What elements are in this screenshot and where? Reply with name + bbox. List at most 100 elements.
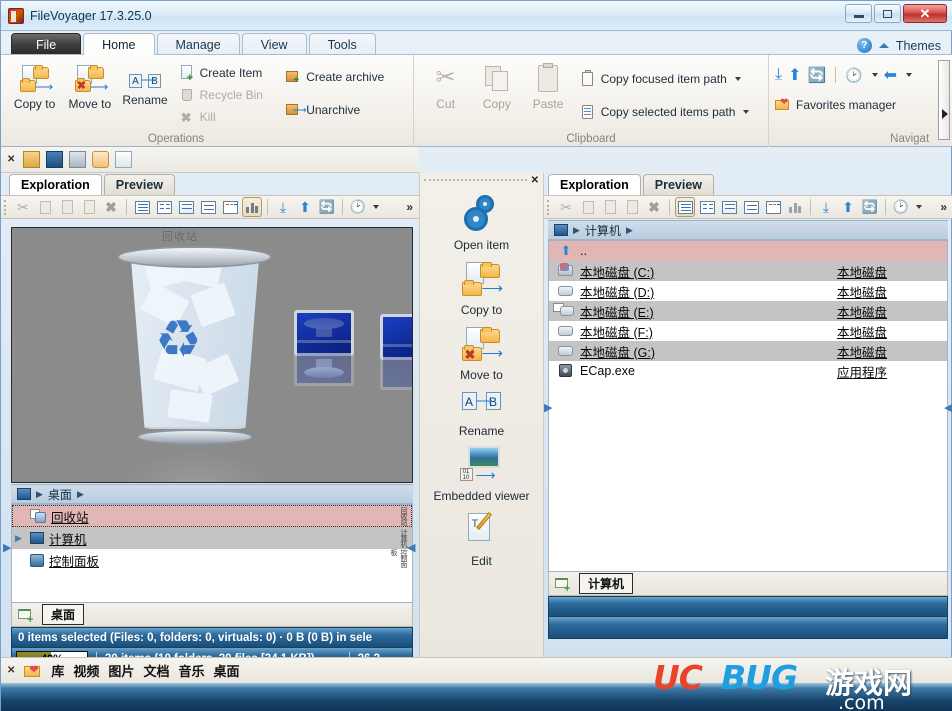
- file-name[interactable]: 本地磁盘 (D:): [580, 282, 654, 301]
- favorite-link-desktop[interactable]: 桌面: [213, 661, 239, 680]
- archive-icon[interactable]: [23, 151, 41, 168]
- chevron-down-icon[interactable]: [734, 76, 741, 81]
- file-name[interactable]: 本地磁盘 (G:): [580, 342, 655, 361]
- paste-icon[interactable]: [600, 197, 620, 217]
- left-breadcrumb[interactable]: ▶ 桌面 ▶: [11, 484, 413, 504]
- center-embedded-viewer-button[interactable]: 01 10 ⟶ Embedded viewer: [420, 446, 543, 503]
- file-name[interactable]: 本地磁盘 (E:): [580, 302, 654, 321]
- history-icon[interactable]: 🕑: [348, 197, 368, 217]
- favorite-link-music[interactable]: 音乐: [178, 661, 204, 680]
- history-icon[interactable]: 🕑: [891, 197, 911, 217]
- create-item-button[interactable]: + Create Item: [179, 63, 286, 84]
- breadcrumb-separator[interactable]: ▶: [77, 489, 84, 500]
- delete-icon[interactable]: ✖: [644, 197, 664, 217]
- right-tab-exploration[interactable]: Exploration: [548, 174, 641, 195]
- copy-selected-items-path-button[interactable]: Copy selected items path: [580, 102, 762, 121]
- kill-button[interactable]: ✖ Kill: [179, 107, 286, 126]
- file-row-ecap-exe[interactable]: ECap.exe 应用程序: [549, 361, 947, 381]
- tab-view[interactable]: View: [241, 33, 307, 55]
- file-name[interactable]: ..: [580, 244, 587, 258]
- splitter-left-arrow[interactable]: ▶: [544, 401, 552, 414]
- right-tab-preview[interactable]: Preview: [642, 174, 715, 195]
- maximize-button[interactable]: [874, 4, 901, 23]
- favorite-link-videos[interactable]: 视频: [73, 661, 99, 680]
- file-name[interactable]: 本地磁盘 (F:): [580, 322, 653, 341]
- toolbar-grip[interactable]: [547, 199, 551, 215]
- center-copy-to-button[interactable]: ⟶ Copy to: [420, 260, 543, 317]
- tree-label-computer[interactable]: 计算机: [49, 529, 87, 548]
- chevron-down-icon[interactable]: [373, 205, 379, 209]
- unarchive-button[interactable]: ⟶ Unarchive: [285, 100, 407, 119]
- mail-icon[interactable]: [92, 151, 110, 168]
- refresh-icon[interactable]: 🔄: [317, 197, 337, 217]
- go-up-icon[interactable]: ⬆: [788, 65, 801, 85]
- view-thumbnails-icon[interactable]: [220, 197, 240, 217]
- paste-special-icon[interactable]: [79, 197, 99, 217]
- close-icon[interactable]: ✕: [7, 154, 15, 165]
- history-icon[interactable]: 🕑: [845, 67, 862, 84]
- favorite-link-pictures[interactable]: 图片: [108, 661, 134, 680]
- paste-special-icon[interactable]: [622, 197, 642, 217]
- copy-focused-item-path-button[interactable]: Copy focused item path: [580, 69, 762, 88]
- center-edit-button[interactable]: T Edit: [420, 511, 543, 568]
- right-file-list[interactable]: ⬆ .. 本地磁盘 (C:) 本地磁盘 本地磁盘 (D:) 本地磁盘 本地磁盘 …: [548, 240, 948, 572]
- center-open-item-button[interactable]: Open item: [420, 195, 543, 252]
- file-name[interactable]: ECap.exe: [580, 364, 635, 378]
- breadcrumb-path[interactable]: 桌面: [48, 486, 72, 503]
- delete-icon[interactable]: ✖: [101, 197, 121, 217]
- help-icon[interactable]: ?: [856, 38, 872, 53]
- view-tiles-icon[interactable]: [719, 197, 739, 217]
- document-icon[interactable]: [115, 151, 133, 168]
- copy-icon[interactable]: [35, 197, 55, 217]
- view-thumbnails-icon[interactable]: [763, 197, 783, 217]
- file-name[interactable]: 本地磁盘 (C:): [580, 262, 654, 281]
- left-open-tab[interactable]: 桌面: [42, 604, 85, 625]
- view-list-icon[interactable]: [675, 197, 695, 217]
- go-up-icon[interactable]: ⬆: [295, 197, 315, 217]
- file-row-drive-e[interactable]: 本地磁盘 (E:) 本地磁盘: [549, 301, 947, 321]
- toolbar-grip[interactable]: [4, 199, 8, 215]
- cut-icon[interactable]: ✂: [13, 197, 33, 217]
- right-open-tab[interactable]: 计算机: [579, 573, 634, 594]
- chevron-down-icon[interactable]: [743, 109, 750, 114]
- tab-manage[interactable]: Manage: [156, 33, 240, 55]
- view-details-icon[interactable]: [697, 197, 717, 217]
- favorites-icon[interactable]: ❤: [24, 663, 42, 678]
- panel-grip[interactable]: [424, 178, 527, 182]
- close-button[interactable]: ✕: [903, 4, 947, 23]
- right-breadcrumb[interactable]: ▶ 计算机 ▶: [548, 220, 948, 240]
- go-up-icon[interactable]: ⬆: [838, 197, 858, 217]
- file-row-drive-g[interactable]: 本地磁盘 (G:) 本地磁盘: [549, 341, 947, 361]
- back-icon[interactable]: ⬅: [884, 65, 897, 85]
- create-archive-button[interactable]: + Create archive: [285, 67, 407, 86]
- collapse-ribbon-icon[interactable]: [878, 43, 889, 48]
- breadcrumb-path[interactable]: 计算机: [585, 222, 621, 239]
- network-icon[interactable]: [69, 151, 87, 168]
- favorite-link-documents[interactable]: 文档: [143, 661, 169, 680]
- chevron-down-icon[interactable]: [916, 205, 922, 209]
- splitter-right-arrow[interactable]: ◀: [407, 541, 415, 554]
- tree-label-control-panel[interactable]: 控制面板: [49, 551, 99, 570]
- left-tab-preview[interactable]: Preview: [103, 174, 176, 195]
- copy-icon[interactable]: [578, 197, 598, 217]
- file-row-drive-c[interactable]: 本地磁盘 (C:) 本地磁盘: [549, 261, 947, 281]
- breadcrumb-separator[interactable]: ▶: [626, 225, 633, 236]
- view-columns-icon[interactable]: [242, 197, 262, 217]
- new-tab-icon[interactable]: +: [555, 577, 573, 595]
- center-rename-button[interactable]: A B ⟶ Rename: [420, 390, 543, 438]
- go-root-icon[interactable]: ⤓: [775, 66, 782, 84]
- splitter-right-arrow[interactable]: ◀: [944, 401, 952, 414]
- view-grid-icon[interactable]: [741, 197, 761, 217]
- close-icon[interactable]: ✕: [531, 175, 539, 186]
- view-list-icon[interactable]: [132, 197, 152, 217]
- tab-home[interactable]: Home: [83, 33, 155, 55]
- view-tiles-icon[interactable]: [176, 197, 196, 217]
- refresh-icon[interactable]: 🔄: [807, 66, 826, 84]
- go-root-icon[interactable]: ⤓: [816, 197, 836, 217]
- chevron-down-icon[interactable]: [906, 73, 913, 77]
- more-icon[interactable]: »: [940, 200, 947, 214]
- view-details-icon[interactable]: [154, 197, 174, 217]
- themes-button[interactable]: Themes: [896, 39, 941, 53]
- paste-icon[interactable]: [57, 197, 77, 217]
- file-row-drive-f[interactable]: 本地磁盘 (F:) 本地磁盘: [549, 321, 947, 341]
